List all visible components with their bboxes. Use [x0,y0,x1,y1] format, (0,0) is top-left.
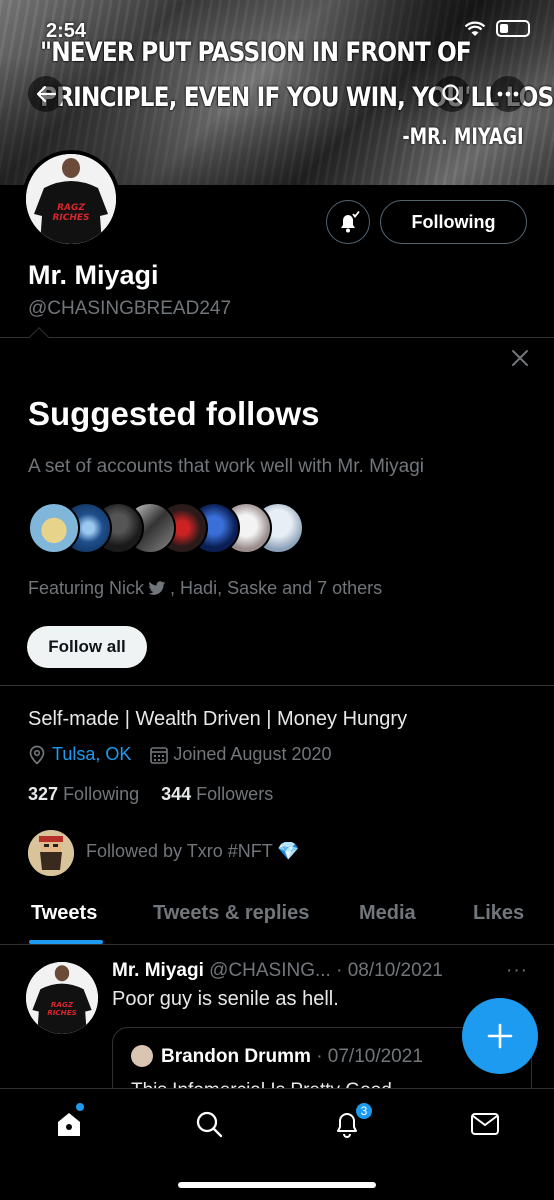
home-unread-dot [76,1103,84,1111]
suggested-avatars[interactable] [28,502,304,554]
tab-likes[interactable]: Likes [473,902,524,925]
svg-text:RICHES: RICHES [47,1008,77,1017]
followers-count: 344 [161,784,192,804]
search-icon [196,1111,223,1138]
profile-joined: Joined August 2020 [173,744,332,764]
more-options-button[interactable] [490,76,526,112]
follow-all-button[interactable]: Follow all [27,626,147,668]
suggested-follows-subtitle: A set of accounts that work well with Mr… [28,456,424,477]
quoted-tweet-author: Brandon Drumm [161,1046,311,1067]
profile-location[interactable]: Tulsa, OK [52,744,131,765]
quoted-tweet-date: · 07/10/2021 [316,1046,423,1067]
callout-notch [29,327,49,347]
following-count: 327 [28,784,59,804]
twitter-bird-icon [148,581,166,595]
featuring-prefix: Featuring Nick [28,578,145,598]
following-label: Following [63,784,140,804]
home-indicator [178,1182,376,1188]
notifications-badge: 3 [354,1101,374,1121]
close-suggested-button[interactable] [506,344,534,372]
svg-text:RICHES: RICHES [52,213,89,223]
tab-tweets-replies[interactable]: Tweets & replies [153,902,309,925]
status-icons [464,20,530,37]
quoted-tweet-header: Brandon Drumm · 07/10/2021 [161,1046,423,1068]
compose-tweet-button[interactable] [462,998,538,1074]
nav-messages[interactable] [468,1107,502,1141]
tweet-more-button[interactable]: ··· [506,960,528,982]
tweet-header: Mr. Miyagi @CHASING... · 08/10/2021 [112,960,443,982]
profile-handle: @CHASINGBREAD247 [28,298,232,319]
search-icon [442,84,463,105]
tweet-date[interactable]: · 08/10/2021 [336,960,443,981]
banner-quote-line-2: PRINCIPLE, EVEN IF YOU WIN, YOU'LL LOSE.… [40,82,554,113]
tweet-text: Poor guy is senile as hell. [112,988,339,1010]
close-icon [512,350,528,366]
battery-icon [496,20,530,37]
home-icon [58,1113,80,1136]
plus-icon [487,1023,513,1049]
divider [0,944,554,945]
back-button[interactable] [28,76,64,112]
tweet-author-name[interactable]: Mr. Miyagi [112,960,204,981]
suggested-featuring: Featuring Nick , Hadi, Saske and 7 other… [28,578,382,599]
suggested-avatar[interactable] [28,502,80,554]
followed-by-avatar-image [28,830,74,876]
following-stat[interactable]: 327 Following [28,784,139,805]
followed-by-text[interactable]: Followed by Txro #NFT 💎 [86,841,300,862]
profile-bio: Self-made | Wealth Driven | Money Hungry [28,708,408,730]
divider [0,685,554,686]
banner-quote-line-1: "NEVER PUT PASSION IN FRONT OF [40,37,472,68]
calendar-icon [150,746,169,764]
location-pin-icon [29,745,45,765]
divider [0,337,554,338]
tab-media[interactable]: Media [359,902,416,925]
wifi-icon [464,21,486,36]
notifications-toggle-button[interactable] [326,200,370,244]
avatar-image: RAGZ RICHES [26,154,116,244]
following-button[interactable]: Following [380,200,527,244]
profile-meta: Tulsa, OK Joined August 2020 [28,744,332,765]
tweet-avatar-image: RAGZ RICHES [26,962,98,1034]
search-button[interactable] [434,76,470,112]
nav-search[interactable] [192,1107,226,1141]
arrow-left-icon [36,85,57,103]
followed-by-avatar[interactable] [28,830,74,876]
more-dots-icon [497,91,519,97]
nav-home[interactable] [52,1107,86,1141]
profile-avatar[interactable]: RAGZ RICHES [22,150,120,248]
followers-label: Followers [196,784,274,804]
tab-tweets[interactable]: Tweets [31,902,97,925]
banner-quote: "NEVER PUT PASSION IN FRONT OF PRINCIPLE… [40,30,554,120]
envelope-icon [471,1113,499,1135]
tweet-author-handle: @CHASING... [209,960,331,981]
profile-stats: 327 Following 344 Followers [28,784,273,805]
svg-text:RAGZ: RAGZ [57,203,85,213]
featuring-suffix: , Hadi, Saske and 7 others [170,578,383,598]
bell-check-icon [341,210,360,233]
profile-name: Mr. Miyagi [28,260,159,290]
quoted-tweet-avatar [131,1045,153,1067]
suggested-follows-title: Suggested follows [28,395,320,432]
status-time: 2:54 [46,20,87,42]
followers-stat[interactable]: 344 Followers [161,784,273,805]
banner-author: -MR. MIYAGI [402,125,524,150]
tweet-avatar[interactable]: RAGZ RICHES [26,962,98,1034]
